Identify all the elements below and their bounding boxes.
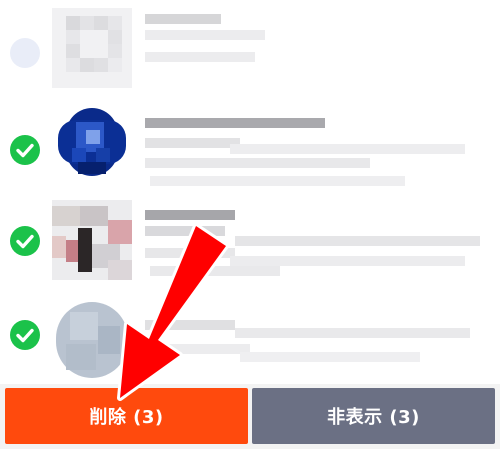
- message-preview-placeholder: [150, 266, 280, 276]
- delete-button-label: 削除 (3): [89, 407, 164, 428]
- message-list: [0, 0, 500, 384]
- avatar: [52, 8, 132, 88]
- contact-name-placeholder: [145, 14, 221, 24]
- message-preview-placeholder: [230, 144, 465, 154]
- message-preview-placeholder: [150, 176, 405, 186]
- hide-button[interactable]: 非表示 (3): [252, 388, 495, 444]
- avatar: [52, 200, 132, 280]
- message-preview-placeholder: [145, 138, 240, 148]
- checkmark-icon[interactable]: [10, 226, 40, 256]
- message-preview-placeholder: [145, 226, 225, 236]
- contact-name-placeholder: [145, 210, 235, 220]
- hide-button-label: 非表示 (3): [327, 407, 420, 428]
- avatar: [52, 102, 132, 182]
- list-item[interactable]: [0, 100, 500, 200]
- message-preview-placeholder: [240, 352, 420, 362]
- message-preview-placeholder: [145, 52, 255, 62]
- checkmark-icon[interactable]: [10, 135, 40, 165]
- contact-name-placeholder: [145, 118, 325, 128]
- message-preview-placeholder: [145, 158, 370, 168]
- message-preview-placeholder: [150, 344, 250, 354]
- list-item[interactable]: [0, 200, 500, 300]
- message-preview-placeholder: [235, 236, 480, 246]
- message-preview-placeholder: [235, 328, 470, 338]
- list-item[interactable]: [0, 0, 500, 100]
- action-bar: 削除 (3) 非表示 (3): [0, 384, 500, 449]
- delete-button[interactable]: 削除 (3): [5, 388, 248, 444]
- message-preview-placeholder: [230, 256, 465, 266]
- checkmark-icon[interactable]: [10, 320, 40, 350]
- list-item[interactable]: [0, 298, 500, 384]
- message-preview-placeholder: [145, 248, 235, 258]
- message-preview-placeholder: [145, 30, 265, 40]
- contact-name-placeholder: [145, 320, 235, 330]
- avatar: [52, 298, 132, 378]
- unchecked-circle-icon[interactable]: [10, 38, 40, 68]
